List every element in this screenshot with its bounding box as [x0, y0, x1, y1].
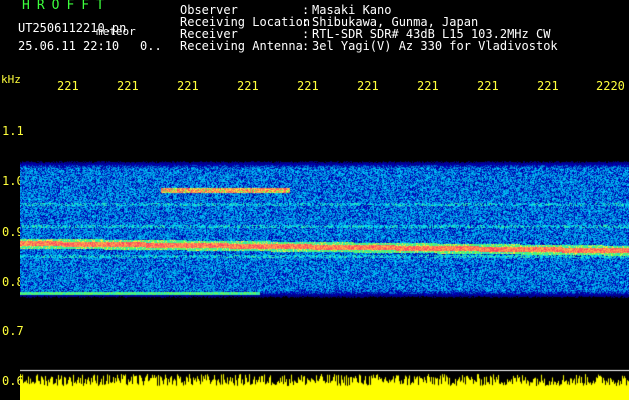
file-name-suffix: meteor	[96, 25, 136, 38]
x-tick-label: 221	[177, 79, 199, 93]
antenna-sep: :	[302, 39, 310, 53]
antenna-label: Receiving Antenna	[180, 39, 303, 53]
x-tick-label: 221	[357, 79, 379, 93]
spectrogram-plot	[20, 98, 629, 400]
antenna-value: 3el Yagi(V) Az 330 for Vladivostok	[312, 39, 558, 53]
hrofft-logo: HROFFT	[22, 0, 111, 13]
x-tick-label: 221	[297, 79, 319, 93]
x-tick-label: 2220	[596, 79, 625, 93]
date-time-extra: 0..	[140, 39, 162, 53]
x-tick-label: 221	[237, 79, 259, 93]
x-tick-label: 221	[417, 79, 439, 93]
x-tick-label: 221	[57, 79, 79, 93]
y-axis-unit: kHz	[1, 73, 21, 86]
x-tick-label: 221	[117, 79, 139, 93]
x-tick-label: 221	[537, 79, 559, 93]
x-tick-label: 221	[477, 79, 499, 93]
date-time: 25.06.11 22:10	[18, 39, 120, 53]
